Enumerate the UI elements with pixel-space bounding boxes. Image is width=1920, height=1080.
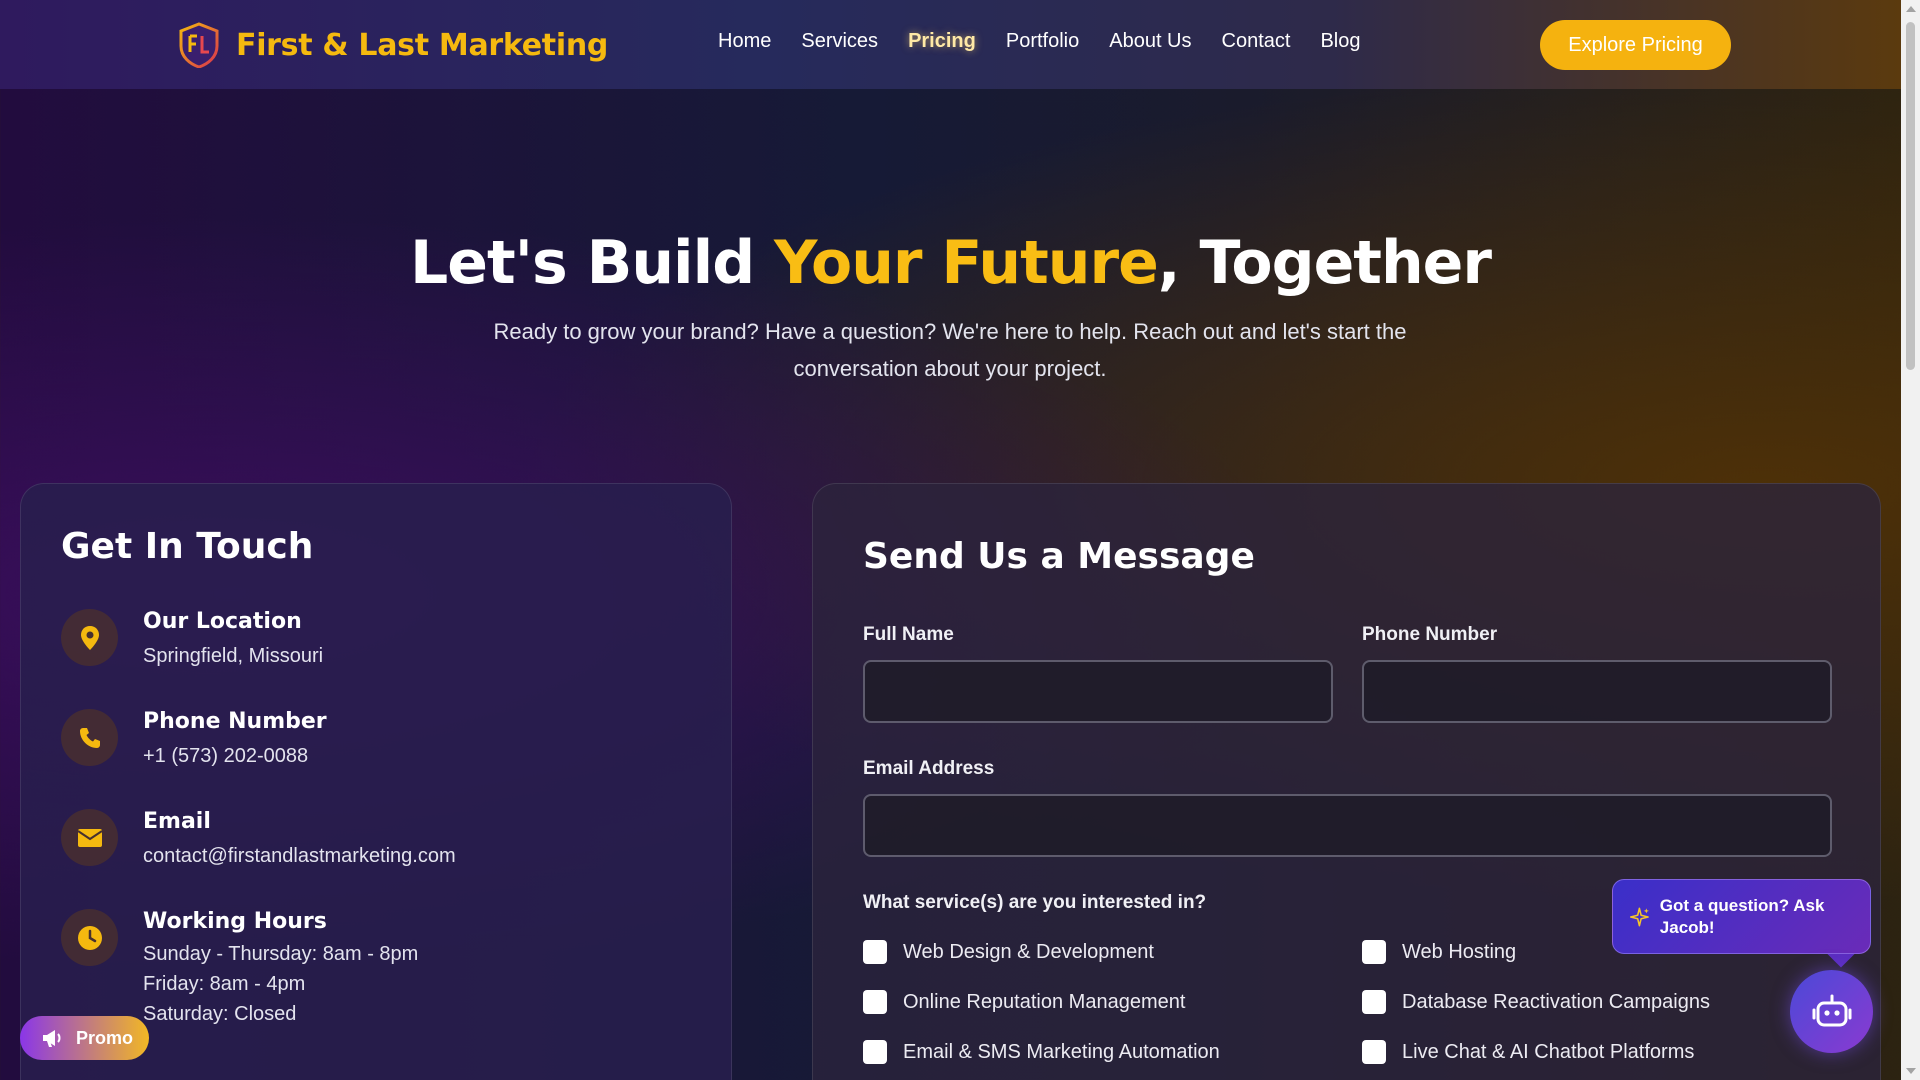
email-address-input[interactable]	[863, 794, 1832, 857]
hero-title-accent: Your Future	[774, 228, 1159, 298]
megaphone-icon	[43, 1030, 61, 1047]
service-label: Web Design & Development	[903, 940, 1154, 963]
checkbox[interactable]	[1362, 940, 1386, 964]
sparkle-icon	[1629, 907, 1649, 926]
checkbox[interactable]	[1362, 990, 1386, 1014]
service-option-reputation-management[interactable]: Online Reputation Management	[863, 990, 1185, 1014]
service-label: Email & SMS Marketing Automation	[903, 1040, 1220, 1063]
clock-icon	[61, 909, 118, 966]
chatbot-launcher-button[interactable]	[1790, 970, 1873, 1053]
phone-row: Phone Number +1 (573) 202-0088	[61, 709, 327, 771]
explore-pricing-button[interactable]: Explore Pricing	[1540, 20, 1731, 70]
ask-jacob-bubble[interactable]: Got a question? Ask Jacob!	[1612, 879, 1871, 954]
checkbox[interactable]	[1362, 1040, 1386, 1064]
phone-value[interactable]: +1 (573) 202-0088	[143, 741, 327, 771]
working-hours-friday: Friday: 8am - 4pm	[143, 973, 306, 995]
robot-icon	[1812, 994, 1851, 1026]
map-pin-icon	[61, 609, 118, 666]
contact-info-title: Get In Touch	[61, 526, 314, 567]
email-label: Email	[143, 809, 211, 834]
email-row: Email contact@firstandlastmarketing.com	[61, 809, 456, 871]
top-navbar: First & Last Marketing Home Services Pri…	[0, 0, 1901, 89]
service-option-live-chat-chatbot[interactable]: Live Chat & AI Chatbot Platforms	[1362, 1040, 1694, 1064]
main-nav: Home Services Pricing Portfolio About Us…	[718, 30, 1360, 53]
nav-contact[interactable]: Contact	[1222, 30, 1291, 53]
hero-title-part2: , Together	[1157, 228, 1492, 298]
scroll-down-arrow-icon[interactable]	[1906, 1068, 1916, 1074]
working-hours-row: Working Hours Sunday - Thursday: 8am - 8…	[61, 909, 418, 1029]
hero-subtitle: Ready to grow your brand? Have a questio…	[493, 319, 1407, 381]
promo-button[interactable]: Promo	[20, 1016, 149, 1060]
nav-pricing[interactable]: Pricing	[908, 30, 976, 53]
working-hours-weekdays: Sunday - Thursday: 8am - 8pm	[143, 943, 419, 965]
envelope-icon	[61, 809, 118, 866]
full-name-label: Full Name	[863, 624, 954, 645]
checkbox[interactable]	[863, 990, 887, 1014]
email-value[interactable]: contact@firstandlastmarketing.com	[143, 841, 456, 871]
nav-blog[interactable]: Blog	[1320, 30, 1360, 53]
page-scrollbar[interactable]	[1901, 0, 1920, 1080]
nav-portfolio[interactable]: Portfolio	[1006, 30, 1079, 53]
checkbox[interactable]	[863, 1040, 887, 1064]
service-option-web-design[interactable]: Web Design & Development	[863, 940, 1154, 964]
full-name-input[interactable]	[863, 660, 1333, 723]
phone-number-input[interactable]	[1362, 660, 1832, 723]
shield-logo-icon	[179, 22, 219, 68]
chat-prompt-text: Got a question? Ask Jacob!	[1659, 895, 1825, 937]
service-label: Database Reactivation Campaigns	[1402, 990, 1710, 1013]
promo-label: Promo	[76, 1027, 134, 1048]
phone-label: Phone Number	[143, 709, 327, 734]
hero-title: Let's Build Your Future, Together	[0, 228, 1901, 298]
nav-about-us[interactable]: About Us	[1109, 30, 1191, 53]
nav-services[interactable]: Services	[801, 30, 878, 53]
message-form-card: Send Us a Message Full Name Phone Number…	[812, 483, 1881, 1080]
phone-icon	[61, 709, 118, 766]
services-question: What service(s) are you interested in?	[863, 892, 1207, 913]
service-label: Online Reputation Management	[903, 990, 1186, 1013]
service-option-web-hosting[interactable]: Web Hosting	[1362, 940, 1516, 964]
working-hours-saturday: Saturday: Closed	[143, 1003, 297, 1025]
form-title: Send Us a Message	[863, 536, 1255, 577]
location-row: Our Location Springfield, Missouri	[61, 609, 323, 671]
nav-home[interactable]: Home	[718, 30, 771, 53]
location-label: Our Location	[143, 609, 302, 634]
service-label: Web Hosting	[1402, 940, 1517, 963]
working-hours-label: Working Hours	[143, 909, 327, 934]
hero-title-part1: Let's Build	[410, 228, 775, 298]
service-option-database-reactivation[interactable]: Database Reactivation Campaigns	[1362, 990, 1710, 1014]
service-label: Live Chat & AI Chatbot Platforms	[1402, 1040, 1695, 1063]
brand-name: First & Last Marketing	[236, 27, 609, 63]
location-value: Springfield, Missouri	[143, 645, 324, 667]
scroll-up-arrow-icon[interactable]	[1906, 6, 1916, 12]
scrollbar-thumb[interactable]	[1906, 22, 1915, 370]
checkbox[interactable]	[863, 940, 887, 964]
phone-number-label: Phone Number	[1362, 624, 1498, 645]
service-option-email-sms-automation[interactable]: Email & SMS Marketing Automation	[863, 1040, 1220, 1064]
contact-info-card: Get In Touch Our Location Springfield, M…	[20, 483, 732, 1080]
brand-logo-link[interactable]: First & Last Marketing	[178, 22, 608, 68]
email-address-label: Email Address	[863, 758, 995, 779]
